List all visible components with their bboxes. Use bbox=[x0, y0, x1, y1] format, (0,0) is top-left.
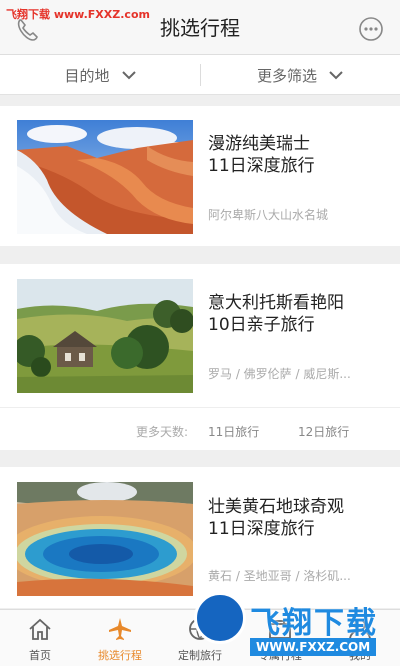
trip-places: 黄石 / 圣地亚哥 / 洛杉矶... bbox=[208, 569, 351, 583]
trip-name: 意大利托斯看艳阳 bbox=[208, 293, 344, 313]
trip-duration: 11日深度旅行 bbox=[208, 519, 315, 539]
trip-photo bbox=[17, 279, 193, 393]
trip-name: 漫游纯美瑞士 bbox=[208, 134, 310, 154]
trip-photo bbox=[17, 120, 193, 234]
watermark-url: WWW.FXXZ.COM bbox=[250, 638, 377, 656]
chevron-down-icon bbox=[329, 71, 343, 80]
trip-name: 壮美黄石地球奇观 bbox=[208, 497, 344, 517]
watermark-globe-icon bbox=[194, 592, 246, 644]
home-icon bbox=[29, 618, 51, 640]
destination-filter[interactable]: 目的地 bbox=[0, 55, 200, 95]
trip-card[interactable]: 意大利托斯看艳阳 10日亲子旅行 罗马 / 佛罗伦萨 / 威尼斯... 更多天数… bbox=[0, 264, 400, 450]
header-bar: 飞翔下载 www.FXXZ.com 挑选行程 bbox=[0, 0, 400, 55]
watermark-logo-text: 飞翔下载 bbox=[250, 606, 378, 641]
trip-card[interactable]: 壮美黄石地球奇观 11日深度旅行 黄石 / 圣地亚哥 / 洛杉矶... bbox=[0, 467, 400, 608]
trip-photo bbox=[17, 482, 193, 596]
more-days-option[interactable]: 12日旅行 bbox=[298, 423, 349, 440]
trip-duration: 11日深度旅行 bbox=[208, 156, 315, 176]
more-days-label: 更多天数: bbox=[136, 425, 189, 439]
more-days-option[interactable]: 11日旅行 bbox=[208, 423, 259, 440]
trip-card[interactable]: 漫游纯美瑞士 11日深度旅行 阿尔卑斯八大山水名城 bbox=[0, 106, 400, 246]
destination-filter-label: 目的地 bbox=[64, 66, 110, 85]
trip-places: 罗马 / 佛罗伦萨 / 威尼斯... bbox=[208, 367, 351, 381]
nav-label: 挑选行程 bbox=[98, 649, 142, 662]
airplane-icon bbox=[109, 618, 131, 640]
nav-item-home[interactable]: 首页 bbox=[0, 610, 80, 666]
page-title: 挑选行程 bbox=[160, 16, 240, 40]
trip-places: 阿尔卑斯八大山水名城 bbox=[208, 208, 329, 222]
more-icon[interactable] bbox=[358, 16, 384, 42]
chevron-down-icon bbox=[121, 71, 136, 80]
more-days-row: 更多天数: 11日旅行 12日旅行 bbox=[0, 407, 400, 450]
watermark-logo: 飞翔下载 WWW.FXXZ.COM bbox=[190, 588, 400, 666]
trip-duration: 10日亲子旅行 bbox=[208, 315, 315, 335]
filter-bar: 目的地 更多筛选 bbox=[0, 55, 400, 95]
nav-item-trips[interactable]: 挑选行程 bbox=[80, 610, 160, 666]
more-filter[interactable]: 更多筛选 bbox=[200, 55, 400, 95]
nav-label: 首页 bbox=[29, 649, 51, 662]
more-filter-label: 更多筛选 bbox=[256, 66, 317, 85]
